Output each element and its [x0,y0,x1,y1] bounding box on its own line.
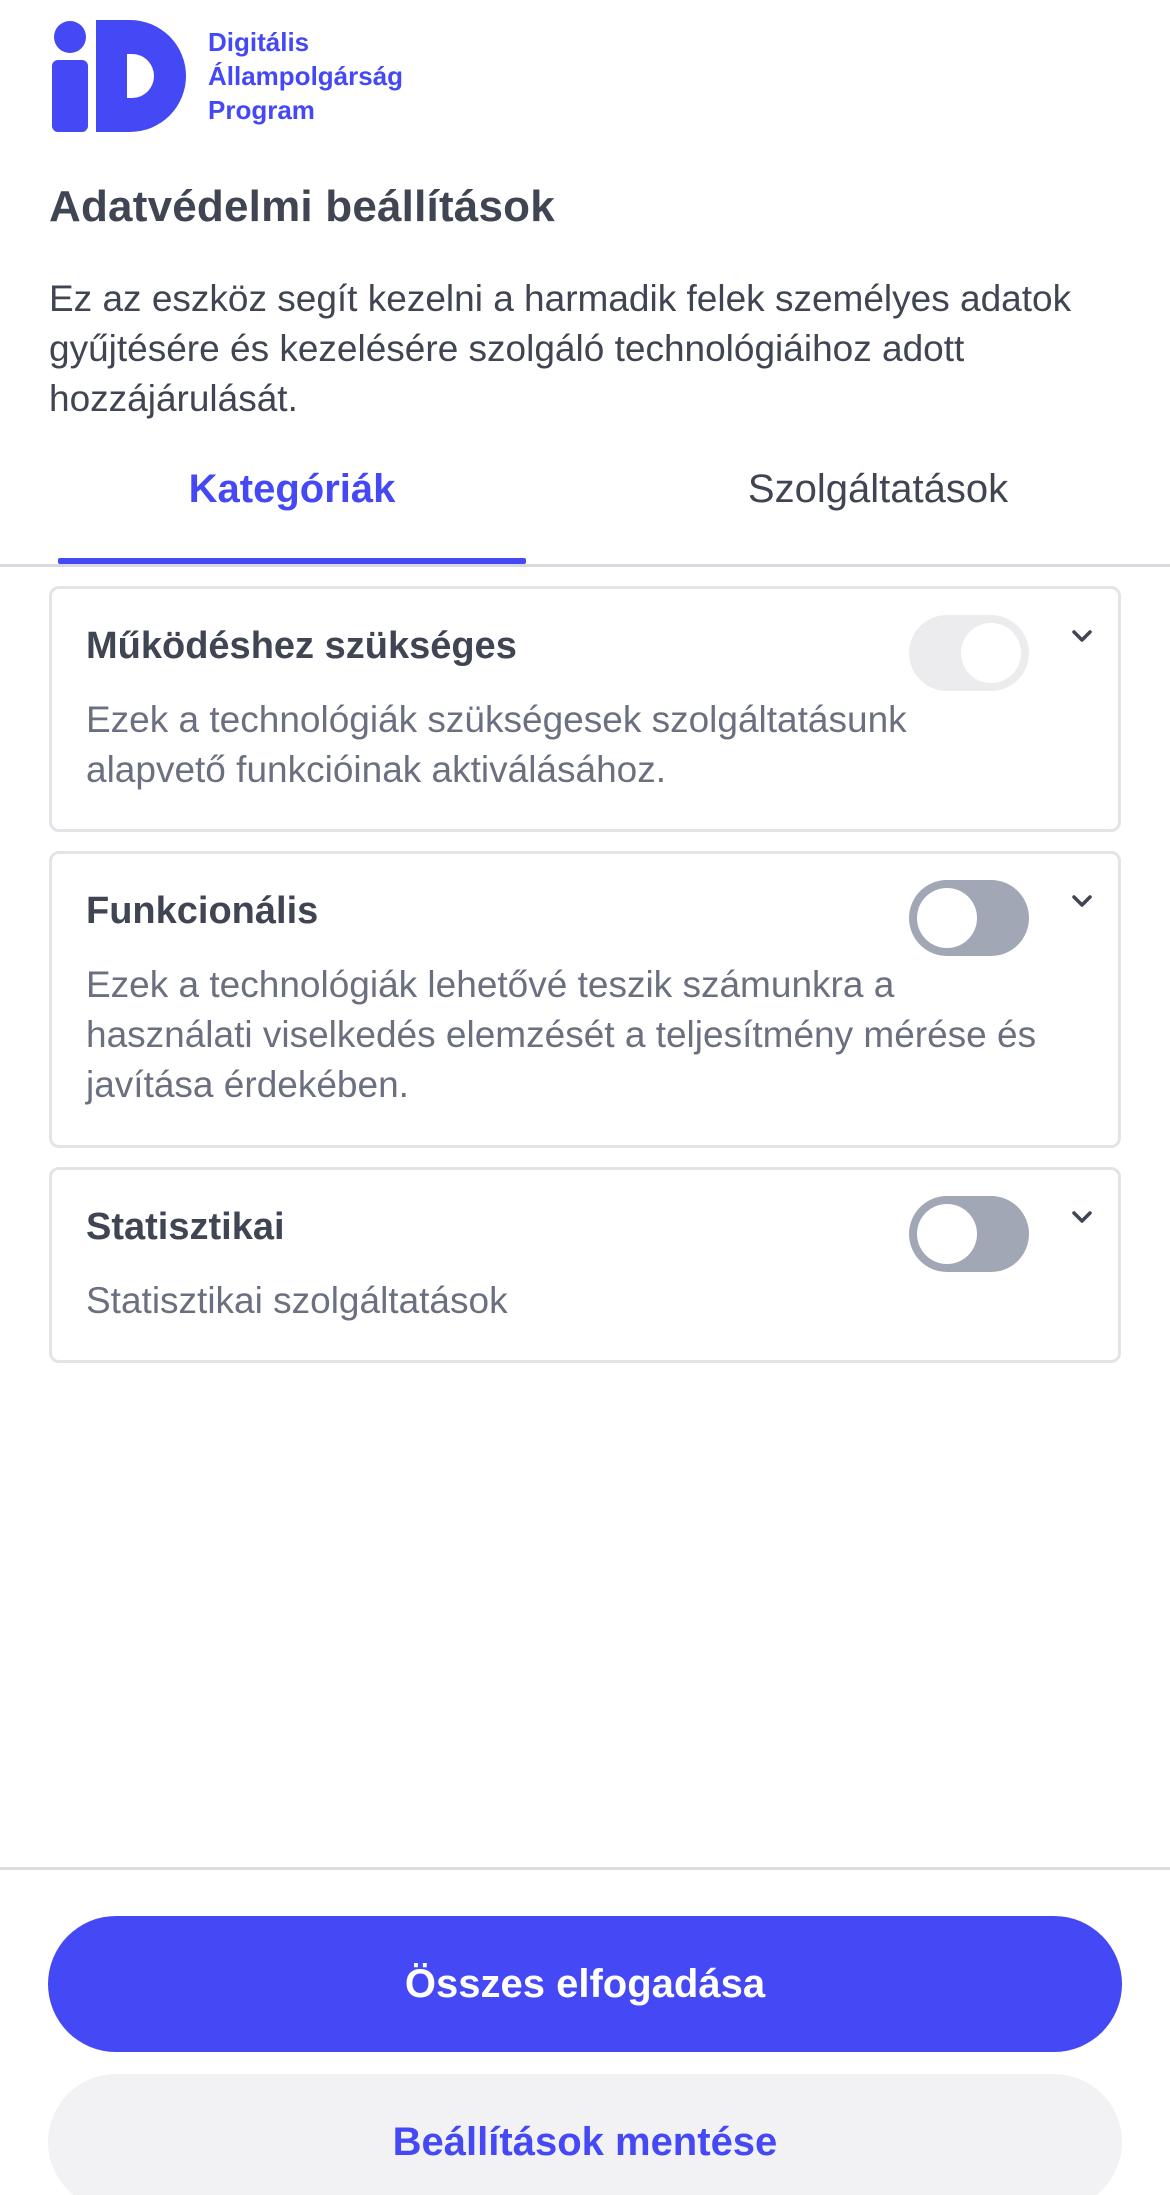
tab-bar: Kategóriák Szolgáltatások [0,455,1170,567]
necessary-toggle[interactable] [909,615,1029,691]
statistical-toggle[interactable] [909,1196,1029,1272]
toggle-knob [917,1204,977,1264]
tab-divider [0,564,1170,567]
chevron-down-icon[interactable] [1062,617,1102,657]
category-description: Ezek a technológiák lehetővé teszik szám… [86,964,1037,1105]
chevron-down-icon[interactable] [1062,1198,1102,1238]
tab-services[interactable]: Szolgáltatások [646,467,1110,512]
logo-line-3: Program [208,95,315,125]
toggle-knob [917,888,977,948]
category-title: Statisztikai [86,1206,285,1248]
intro-text: Ez az eszköz segít kezelni a harmadik fe… [49,278,1072,419]
logo-text: Digitális Állampolgárság Program [208,25,403,127]
category-card-statistical: Statisztikai Statisztikai szolgáltatások [49,1167,1121,1363]
functional-toggle[interactable] [909,880,1029,956]
category-description: Statisztikai szolgáltatások [86,1280,508,1321]
page-title: Adatvédelmi beállítások [49,182,555,231]
footer-divider [0,1867,1170,1870]
toggle-knob [961,623,1021,683]
category-description: Ezek a technológiák szükségesek szolgált… [86,699,907,790]
save-settings-button[interactable]: Beállítások mentése [48,2074,1122,2195]
category-card-necessary: Működéshez szükséges Ezek a technológiák… [49,586,1121,832]
tab-categories[interactable]: Kategóriák [58,467,526,512]
logo-line-1: Digitális [208,27,310,57]
logo-line-2: Állampolgárság [208,61,404,91]
header: Digitális Állampolgárság Program [50,18,403,134]
category-title: Működéshez szükséges [86,625,517,667]
id-logo-icon [50,18,188,134]
chevron-down-icon[interactable] [1062,882,1102,922]
accept-all-button[interactable]: Összes elfogadása [48,1916,1122,2052]
category-title: Funkcionális [86,890,319,932]
category-card-functional: Funkcionális Ezek a technológiák lehetőv… [49,851,1121,1148]
